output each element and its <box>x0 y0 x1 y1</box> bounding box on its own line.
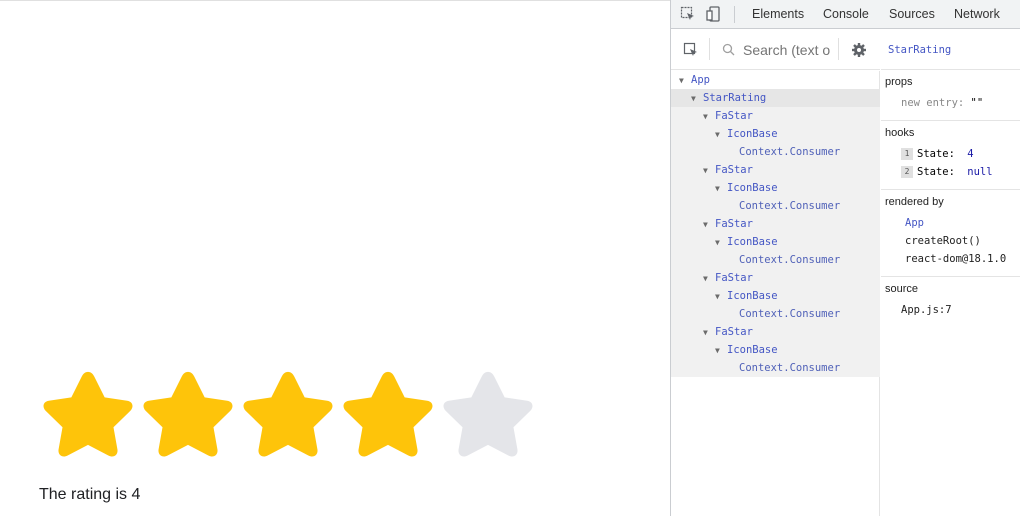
new-entry-value[interactable]: "" <box>971 97 984 109</box>
tree-node-label: Context.Consumer <box>739 254 841 266</box>
caret-down-icon[interactable]: ▼ <box>703 270 715 288</box>
tree-node-label: FaStar <box>715 272 753 284</box>
tree-node-iconbase[interactable]: ▼ IconBase <box>671 125 880 143</box>
rating-text: The rating is 4 <box>39 486 141 503</box>
hook-row[interactable]: 1 State: 4 <box>885 145 1020 163</box>
tree-node-context-consumer[interactable]: Context.Consumer <box>671 197 880 215</box>
caret-down-icon[interactable]: ▼ <box>703 216 715 234</box>
tree-node-fastar[interactable]: ▼ FaStar <box>671 215 880 233</box>
rendered-by-item: createRoot() <box>905 235 981 247</box>
star-filled-icon[interactable] <box>39 367 139 461</box>
rendered-by-item[interactable]: App <box>885 214 1020 232</box>
tree-node-iconbase[interactable]: ▼ IconBase <box>671 179 880 197</box>
tree-node-context-consumer[interactable]: Context.Consumer <box>671 305 880 323</box>
selected-component-name: StarRating <box>881 30 1020 70</box>
source-section: source App.js:7 <box>881 277 1020 327</box>
caret-down-icon[interactable]: ▼ <box>715 342 727 360</box>
search-input[interactable] <box>743 40 831 60</box>
caret-down-icon[interactable]: ▼ <box>715 126 727 144</box>
tree-node-label: IconBase <box>727 236 778 248</box>
tree-node-iconbase[interactable]: ▼ IconBase <box>671 287 880 305</box>
toolbar-divider <box>838 38 839 60</box>
tree-node-label: IconBase <box>727 182 778 194</box>
tree-node-label: IconBase <box>727 344 778 356</box>
tab-elements[interactable]: Elements <box>752 7 804 21</box>
tree-node-context-consumer[interactable]: Context.Consumer <box>671 251 880 269</box>
hook-value[interactable]: 4 <box>967 148 973 160</box>
hooks-title: hooks <box>885 127 915 139</box>
tree-node-fastar[interactable]: ▼ FaStar <box>671 323 880 341</box>
app-viewport: The rating is 4 <box>0 0 670 516</box>
tab-console[interactable]: Console <box>823 7 869 21</box>
star-empty-icon[interactable] <box>439 367 539 461</box>
tree-node-label: Context.Consumer <box>739 362 841 374</box>
star-filled-icon[interactable] <box>339 367 439 461</box>
tree-node-label: Context.Consumer <box>739 308 841 320</box>
tree-node-fastar[interactable]: ▼ FaStar <box>671 161 880 179</box>
toolbar-divider <box>709 38 710 60</box>
source-link[interactable]: App.js:7 <box>885 301 1020 319</box>
tree-node-iconbase[interactable]: ▼ IconBase <box>671 233 880 251</box>
star-filled-icon[interactable] <box>239 367 339 461</box>
device-toolbar-icon[interactable] <box>706 6 722 22</box>
tree-node-label: FaStar <box>715 164 753 176</box>
components-toolbar <box>671 30 880 70</box>
hook-row[interactable]: 2 State: null <box>885 163 1020 181</box>
star-filled-icon[interactable] <box>139 367 239 461</box>
tree-node-label: IconBase <box>727 290 778 302</box>
new-entry-key: new entry: <box>901 97 965 109</box>
hook-index: 1 <box>901 148 913 160</box>
rendered-by-title: rendered by <box>885 196 944 208</box>
select-component-icon[interactable] <box>683 42 699 58</box>
props-title: props <box>885 76 913 88</box>
rendered-by-item: react-dom@18.1.0 <box>905 253 1007 265</box>
tab-network[interactable]: Network <box>954 7 1000 21</box>
tree-node-label: FaStar <box>715 110 753 122</box>
caret-down-icon[interactable]: ▼ <box>691 90 703 108</box>
tree-node-context-consumer[interactable]: Context.Consumer <box>671 359 880 377</box>
caret-down-icon[interactable]: ▼ <box>679 72 691 90</box>
hook-key: State: <box>917 148 955 160</box>
tree-node-label: IconBase <box>727 128 778 140</box>
rendered-by-section: rendered by App createRoot() react-dom@1… <box>881 190 1020 277</box>
caret-down-icon[interactable]: ▼ <box>703 324 715 342</box>
new-entry-row[interactable]: new entry: "" <box>885 94 1020 112</box>
caret-down-icon[interactable]: ▼ <box>703 162 715 180</box>
tab-sources[interactable]: Sources <box>889 7 935 21</box>
hook-value[interactable]: null <box>967 166 992 178</box>
tree-node-iconbase[interactable]: ▼ IconBase <box>671 341 880 359</box>
caret-down-icon[interactable]: ▼ <box>715 288 727 306</box>
hook-key: State: <box>917 166 955 178</box>
hook-index: 2 <box>901 166 913 178</box>
tree-node-label: StarRating <box>703 92 767 104</box>
caret-down-icon[interactable]: ▼ <box>715 180 727 198</box>
inspect-element-icon[interactable] <box>680 6 696 22</box>
caret-down-icon[interactable]: ▼ <box>715 234 727 252</box>
tree-node-fastar[interactable]: ▼ FaStar <box>671 107 880 125</box>
devtools-tabbar: Elements Console Sources Network <box>671 0 1020 29</box>
toolbar-divider <box>734 6 735 23</box>
devtools-panel: Elements Console Sources Network ▼App▼St… <box>670 0 1020 516</box>
component-tree: ▼ App ▼ StarRating ▼ FaStar ▼ IconBase Context.C… <box>671 71 880 516</box>
tree-node-label: FaStar <box>715 218 753 230</box>
props-panel: StarRating props new entry: "" hooks 1 St… <box>881 30 1020 516</box>
gear-icon[interactable] <box>851 42 867 58</box>
tree-node-context-consumer[interactable]: Context.Consumer <box>671 143 880 161</box>
tree-node-label: Context.Consumer <box>739 146 841 158</box>
hooks-section: hooks 1 State: 4 2 State: null <box>881 121 1020 190</box>
caret-down-icon[interactable]: ▼ <box>703 108 715 126</box>
source-title: source <box>885 283 919 295</box>
search-icon <box>722 43 736 57</box>
tree-node-starrating[interactable]: ▼ StarRating <box>671 89 880 107</box>
props-section: props new entry: "" <box>881 70 1020 121</box>
tree-node-label: Context.Consumer <box>739 200 841 212</box>
tree-node-fastar[interactable]: ▼ FaStar <box>671 269 880 287</box>
tree-node-label: FaStar <box>715 326 753 338</box>
tree-node-app[interactable]: ▼ App <box>671 71 880 89</box>
tree-node-label: App <box>691 74 710 86</box>
star-rating <box>39 367 539 461</box>
